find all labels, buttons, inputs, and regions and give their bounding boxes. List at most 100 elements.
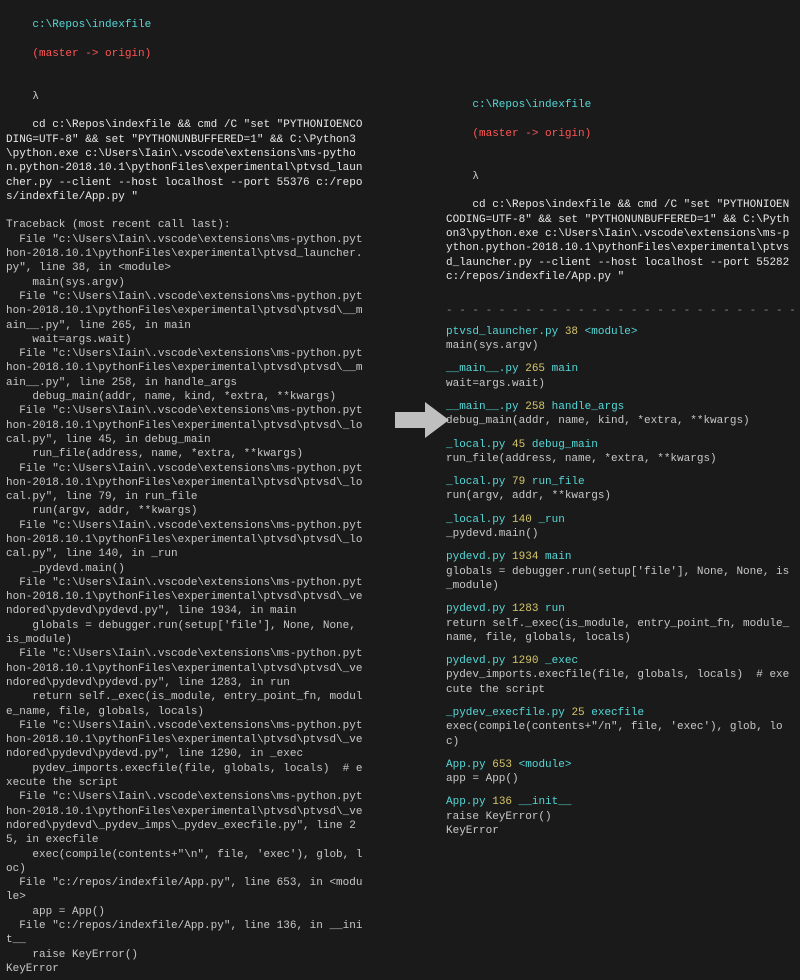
- frame-code: pydev_imports.execfile(file, globals, lo…: [446, 668, 794, 697]
- frame-file: pydevd.py: [446, 603, 505, 615]
- frame-file: __main__.py: [446, 363, 519, 375]
- traceback-frame: File "c:\Users\Iain\.vscode\extensions\m…: [6, 404, 364, 461]
- frame-file: _local.py: [446, 476, 505, 488]
- frame-code: run_file(address, name, *extra, **kwargs…: [446, 452, 794, 466]
- frame-func: execfile: [591, 707, 644, 719]
- frame-func: __init__: [519, 796, 572, 808]
- frame-code: wait=args.wait): [446, 377, 794, 391]
- frame-file: _pydev_execfile.py: [446, 707, 565, 719]
- frame-func: _exec: [545, 655, 578, 667]
- frame-func: run: [545, 603, 565, 615]
- frame-lineno: 45: [512, 439, 525, 451]
- frame-header: pydevd.py 1283 run: [446, 602, 794, 616]
- frame-func: main: [545, 551, 571, 563]
- traceback-frame: File "c:\Users\Iain\.vscode\extensions\m…: [6, 519, 364, 576]
- frame-func: <module>: [519, 759, 572, 771]
- prompt-path: c:\Repos\indexfile: [472, 99, 591, 111]
- frame-code: main(sys.argv): [446, 339, 794, 353]
- frame-header: _local.py 79 run_file: [446, 475, 794, 489]
- error-name: KeyError: [6, 962, 364, 976]
- right-terminal: c:\Repos\indexfile (master -> origin) λ …: [440, 80, 800, 851]
- traceback-frame: File "c:/repos/indexfile/App.py", line 1…: [6, 919, 364, 962]
- frame-lineno: 25: [571, 707, 584, 719]
- formatted-frame: __main__.py 258 handle_argsdebug_main(ad…: [446, 400, 794, 429]
- frame-file: App.py: [446, 759, 486, 771]
- command-text: cd c:\Repos\indexfile && cmd /C "set "PY…: [6, 119, 362, 202]
- formatted-frame: _local.py 140 _run_pydevd.main(): [446, 513, 794, 542]
- command-line: λ cd c:\Repos\indexfile && cmd /C "set "…: [446, 155, 794, 298]
- formatted-traceback: ptvsd_launcher.py 38 <module>main(sys.ar…: [446, 325, 794, 839]
- traceback-frames: File "c:\Users\Iain\.vscode\extensions\m…: [6, 233, 364, 962]
- frame-header: pydevd.py 1934 main: [446, 550, 794, 564]
- frame-header: App.py 653 <module>: [446, 758, 794, 772]
- frame-header: __main__.py 265 main: [446, 362, 794, 376]
- frame-file: __main__.py: [446, 401, 519, 413]
- traceback-frame: File "c:\Users\Iain\.vscode\extensions\m…: [6, 719, 364, 790]
- frame-lineno: 1283: [512, 603, 538, 615]
- frame-code: raise KeyError() KeyError: [446, 810, 794, 839]
- frame-file: _local.py: [446, 439, 505, 451]
- traceback-frame: File "c:\Users\Iain\.vscode\extensions\m…: [6, 647, 364, 718]
- prompt-path: c:\Repos\indexfile: [32, 19, 151, 31]
- traceback-frame: File "c:/repos/indexfile/App.py", line 6…: [6, 876, 364, 919]
- formatted-frame: pydevd.py 1283 runreturn self._exec(is_m…: [446, 602, 794, 645]
- frame-lineno: 79: [512, 476, 525, 488]
- formatted-frame: __main__.py 265 mainwait=args.wait): [446, 362, 794, 391]
- frame-file: pydevd.py: [446, 655, 505, 667]
- frame-func: run_file: [532, 476, 585, 488]
- frame-file: _local.py: [446, 514, 505, 526]
- frame-lineno: 38: [565, 326, 578, 338]
- frame-func: _run: [538, 514, 564, 526]
- left-terminal: c:\Repos\indexfile (master -> origin) λ …: [0, 0, 370, 980]
- frame-code: debug_main(addr, name, kind, *extra, **k…: [446, 414, 794, 428]
- frame-header: App.py 136 __init__: [446, 795, 794, 809]
- traceback-header: Traceback (most recent call last):: [6, 218, 364, 232]
- traceback-frame: File "c:\Users\Iain\.vscode\extensions\m…: [6, 576, 364, 647]
- frame-lineno: 265: [525, 363, 545, 375]
- frame-header: _local.py 140 _run: [446, 513, 794, 527]
- frame-func: debug_main: [532, 439, 598, 451]
- formatted-frame: pydevd.py 1934 mainglobals = debugger.ru…: [446, 550, 794, 593]
- frame-lineno: 136: [492, 796, 512, 808]
- frame-lineno: 1290: [512, 655, 538, 667]
- frame-header: pydevd.py 1290 _exec: [446, 654, 794, 668]
- frame-func: main: [552, 363, 578, 375]
- lambda-prompt: λ: [472, 171, 479, 183]
- frame-header: _local.py 45 debug_main: [446, 438, 794, 452]
- frame-code: run(argv, addr, **kwargs): [446, 489, 794, 503]
- prompt-line: c:\Repos\indexfile (master -> origin): [446, 84, 794, 155]
- divider: - - - - - - - - - - - - - - - - - - - - …: [446, 304, 794, 318]
- frame-file: App.py: [446, 796, 486, 808]
- formatted-frame: pydevd.py 1290 _execpydev_imports.execfi…: [446, 654, 794, 697]
- frame-lineno: 140: [512, 514, 532, 526]
- frame-code: app = App(): [446, 772, 794, 786]
- traceback-frame: File "c:\Users\Iain\.vscode\extensions\m…: [6, 290, 364, 347]
- prompt-line: c:\Repos\indexfile (master -> origin): [6, 4, 364, 75]
- formatted-frame: _local.py 79 run_filerun(argv, addr, **k…: [446, 475, 794, 504]
- frame-func: handle_args: [552, 401, 625, 413]
- prompt-branch: (master -> origin): [472, 128, 591, 140]
- frame-code: exec(compile(contents+"/n", file, 'exec'…: [446, 720, 794, 749]
- command-line: λ cd c:\Repos\indexfile && cmd /C "set "…: [6, 75, 364, 218]
- traceback-frame: File "c:\Users\Iain\.vscode\extensions\m…: [6, 347, 364, 404]
- lambda-prompt: λ: [32, 91, 39, 103]
- command-text: cd c:\Repos\indexfile && cmd /C "set "PY…: [446, 199, 796, 282]
- frame-header: __main__.py 258 handle_args: [446, 400, 794, 414]
- frame-header: _pydev_execfile.py 25 execfile: [446, 706, 794, 720]
- formatted-frame: ptvsd_launcher.py 38 <module>main(sys.ar…: [446, 325, 794, 354]
- frame-header: ptvsd_launcher.py 38 <module>: [446, 325, 794, 339]
- traceback-frame: File "c:\Users\Iain\.vscode\extensions\m…: [6, 462, 364, 519]
- frame-lineno: 1934: [512, 551, 538, 563]
- frame-file: pydevd.py: [446, 551, 505, 563]
- frame-lineno: 653: [492, 759, 512, 771]
- formatted-frame: App.py 653 <module>app = App(): [446, 758, 794, 787]
- formatted-frame: _local.py 45 debug_mainrun_file(address,…: [446, 438, 794, 467]
- traceback-frame: File "c:\Users\Iain\.vscode\extensions\m…: [6, 233, 364, 290]
- frame-code: return self._exec(is_module, entry_point…: [446, 617, 794, 646]
- prompt-branch: (master -> origin): [32, 48, 151, 60]
- traceback-frame: File "c:\Users\Iain\.vscode\extensions\m…: [6, 790, 364, 876]
- frame-code: globals = debugger.run(setup['file'], No…: [446, 565, 794, 594]
- frame-func: <module>: [585, 326, 638, 338]
- frame-file: ptvsd_launcher.py: [446, 326, 558, 338]
- frame-code: _pydevd.main(): [446, 527, 794, 541]
